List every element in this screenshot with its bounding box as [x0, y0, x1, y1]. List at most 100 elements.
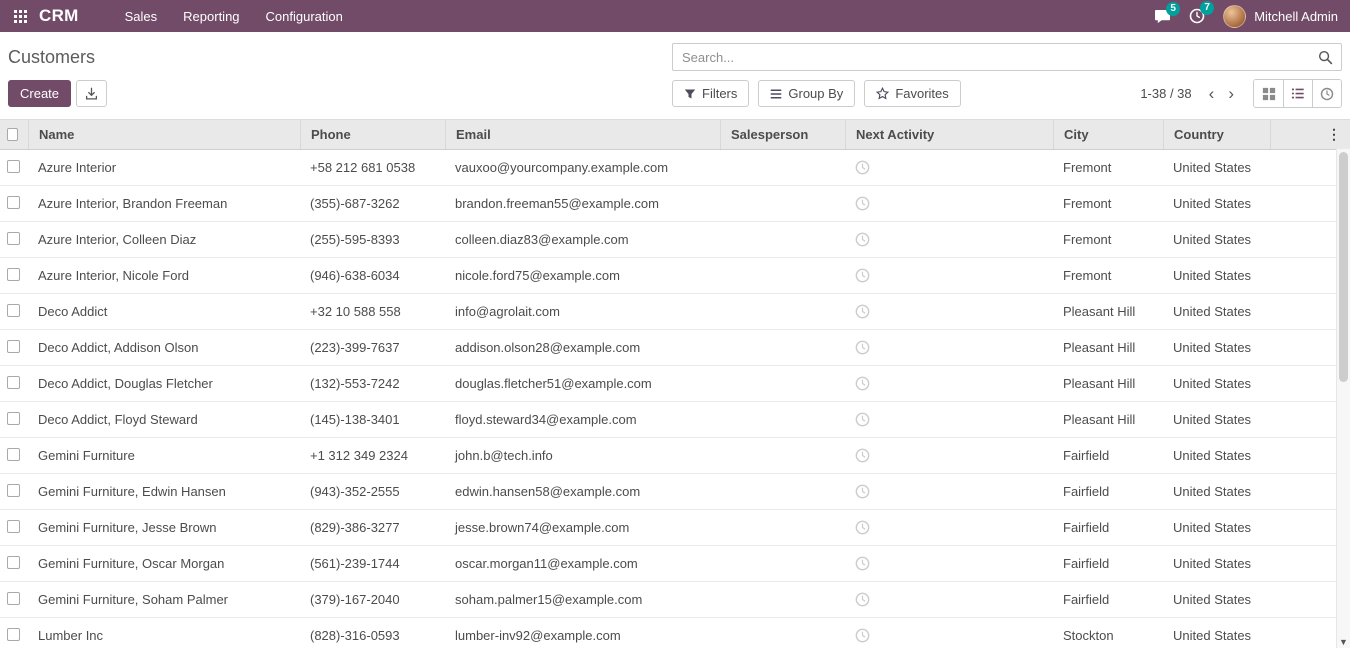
cell-phone[interactable]: (946)-638-6034 — [300, 268, 445, 283]
messages-button[interactable]: 5 — [1154, 9, 1171, 24]
search-button[interactable] — [1310, 50, 1341, 65]
column-header-salesperson[interactable]: Salesperson — [720, 120, 845, 149]
favorites-button[interactable]: Favorites — [864, 80, 960, 107]
next-activity-clock-icon[interactable] — [855, 268, 870, 283]
next-activity-clock-icon[interactable] — [855, 484, 870, 499]
cell-next-activity[interactable] — [845, 340, 1053, 355]
next-activity-clock-icon[interactable] — [855, 592, 870, 607]
cell-name[interactable]: Gemini Furniture, Soham Palmer — [28, 592, 300, 607]
cell-name[interactable]: Azure Interior, Brandon Freeman — [28, 196, 300, 211]
cell-city[interactable]: Pleasant Hill — [1053, 340, 1163, 355]
cell-phone[interactable]: (829)-386-3277 — [300, 520, 445, 535]
cell-next-activity[interactable] — [845, 304, 1053, 319]
next-activity-clock-icon[interactable] — [855, 160, 870, 175]
row-checkbox[interactable] — [7, 628, 20, 641]
pager-previous-button[interactable]: ‹ — [1202, 87, 1222, 101]
pager-next-button[interactable]: › — [1221, 87, 1241, 101]
cell-city[interactable]: Fairfield — [1053, 556, 1163, 571]
cell-country[interactable]: United States — [1163, 448, 1270, 463]
column-header-country[interactable]: Country — [1163, 120, 1270, 149]
cell-country[interactable]: United States — [1163, 592, 1270, 607]
table-row[interactable]: Azure Interior +58 212 681 0538 vauxoo@y… — [0, 150, 1350, 186]
table-row[interactable]: Lumber Inc (828)-316-0593 lumber-inv92@e… — [0, 618, 1350, 648]
next-activity-clock-icon[interactable] — [855, 448, 870, 463]
cell-name[interactable]: Gemini Furniture, Oscar Morgan — [28, 556, 300, 571]
cell-city[interactable]: Fremont — [1053, 196, 1163, 211]
cell-phone[interactable]: (561)-239-1744 — [300, 556, 445, 571]
cell-city[interactable]: Fremont — [1053, 160, 1163, 175]
app-title[interactable]: CRM — [39, 6, 79, 26]
cell-city[interactable]: Pleasant Hill — [1053, 412, 1163, 427]
row-checkbox[interactable] — [7, 448, 20, 461]
optional-columns-toggle[interactable]: ⋮ — [1323, 120, 1345, 149]
cell-country[interactable]: United States — [1163, 556, 1270, 571]
cell-next-activity[interactable] — [845, 232, 1053, 247]
table-row[interactable]: Gemini Furniture, Jesse Brown (829)-386-… — [0, 510, 1350, 546]
row-checkbox[interactable] — [7, 340, 20, 353]
table-row[interactable]: Deco Addict, Douglas Fletcher (132)-553-… — [0, 366, 1350, 402]
table-row[interactable]: Deco Addict +32 10 588 558 info@agrolait… — [0, 294, 1350, 330]
cell-next-activity[interactable] — [845, 412, 1053, 427]
cell-phone[interactable]: (132)-553-7242 — [300, 376, 445, 391]
user-menu[interactable]: Mitchell Admin — [1223, 5, 1338, 28]
row-checkbox[interactable] — [7, 484, 20, 497]
cell-name[interactable]: Deco Addict, Floyd Steward — [28, 412, 300, 427]
row-checkbox[interactable] — [7, 160, 20, 173]
table-row[interactable]: Azure Interior, Colleen Diaz (255)-595-8… — [0, 222, 1350, 258]
cell-city[interactable]: Fairfield — [1053, 484, 1163, 499]
cell-phone[interactable]: (379)-167-2040 — [300, 592, 445, 607]
row-checkbox[interactable] — [7, 376, 20, 389]
cell-country[interactable]: United States — [1163, 340, 1270, 355]
create-button[interactable]: Create — [8, 80, 71, 107]
cell-next-activity[interactable] — [845, 268, 1053, 283]
cell-name[interactable]: Gemini Furniture, Jesse Brown — [28, 520, 300, 535]
cell-email[interactable]: vauxoo@yourcompany.example.com — [445, 160, 720, 175]
cell-phone[interactable]: (255)-595-8393 — [300, 232, 445, 247]
cell-name[interactable]: Azure Interior, Colleen Diaz — [28, 232, 300, 247]
column-header-name[interactable]: Name — [28, 120, 300, 149]
row-checkbox[interactable] — [7, 520, 20, 533]
table-row[interactable]: Deco Addict, Floyd Steward (145)-138-340… — [0, 402, 1350, 438]
cell-phone[interactable]: (828)-316-0593 — [300, 628, 445, 643]
cell-next-activity[interactable] — [845, 376, 1053, 391]
cell-next-activity[interactable] — [845, 196, 1053, 211]
cell-country[interactable]: United States — [1163, 304, 1270, 319]
row-checkbox[interactable] — [7, 268, 20, 281]
filters-button[interactable]: Filters — [672, 80, 749, 107]
cell-country[interactable]: United States — [1163, 484, 1270, 499]
next-activity-clock-icon[interactable] — [855, 196, 870, 211]
cell-next-activity[interactable] — [845, 160, 1053, 175]
cell-country[interactable]: United States — [1163, 628, 1270, 643]
cell-name[interactable]: Deco Addict, Douglas Fletcher — [28, 376, 300, 391]
export-button[interactable] — [76, 80, 107, 107]
cell-next-activity[interactable] — [845, 484, 1053, 499]
cell-phone[interactable]: (355)-687-3262 — [300, 196, 445, 211]
cell-name[interactable]: Lumber Inc — [28, 628, 300, 643]
cell-name[interactable]: Deco Addict — [28, 304, 300, 319]
kanban-view-button[interactable] — [1254, 80, 1283, 107]
column-header-next-activity[interactable]: Next Activity — [845, 120, 1053, 149]
table-row[interactable]: Azure Interior, Nicole Ford (946)-638-60… — [0, 258, 1350, 294]
next-activity-clock-icon[interactable] — [855, 556, 870, 571]
apps-menu-button[interactable] — [12, 8, 29, 25]
cell-email[interactable]: nicole.ford75@example.com — [445, 268, 720, 283]
cell-email[interactable]: soham.palmer15@example.com — [445, 592, 720, 607]
cell-name[interactable]: Gemini Furniture — [28, 448, 300, 463]
next-activity-clock-icon[interactable] — [855, 628, 870, 643]
column-header-phone[interactable]: Phone — [300, 120, 445, 149]
cell-next-activity[interactable] — [845, 556, 1053, 571]
vertical-scrollbar[interactable]: ▼ — [1336, 149, 1350, 648]
select-all-checkbox[interactable] — [7, 128, 18, 141]
cell-next-activity[interactable] — [845, 448, 1053, 463]
row-checkbox[interactable] — [7, 232, 20, 245]
cell-city[interactable]: Fairfield — [1053, 448, 1163, 463]
cell-phone[interactable]: +1 312 349 2324 — [300, 448, 445, 463]
cell-city[interactable]: Fremont — [1053, 232, 1163, 247]
next-activity-clock-icon[interactable] — [855, 520, 870, 535]
cell-email[interactable]: douglas.fletcher51@example.com — [445, 376, 720, 391]
cell-country[interactable]: United States — [1163, 232, 1270, 247]
menu-configuration[interactable]: Configuration — [266, 9, 343, 24]
table-row[interactable]: Gemini Furniture, Edwin Hansen (943)-352… — [0, 474, 1350, 510]
cell-phone[interactable]: (145)-138-3401 — [300, 412, 445, 427]
table-row[interactable]: Azure Interior, Brandon Freeman (355)-68… — [0, 186, 1350, 222]
